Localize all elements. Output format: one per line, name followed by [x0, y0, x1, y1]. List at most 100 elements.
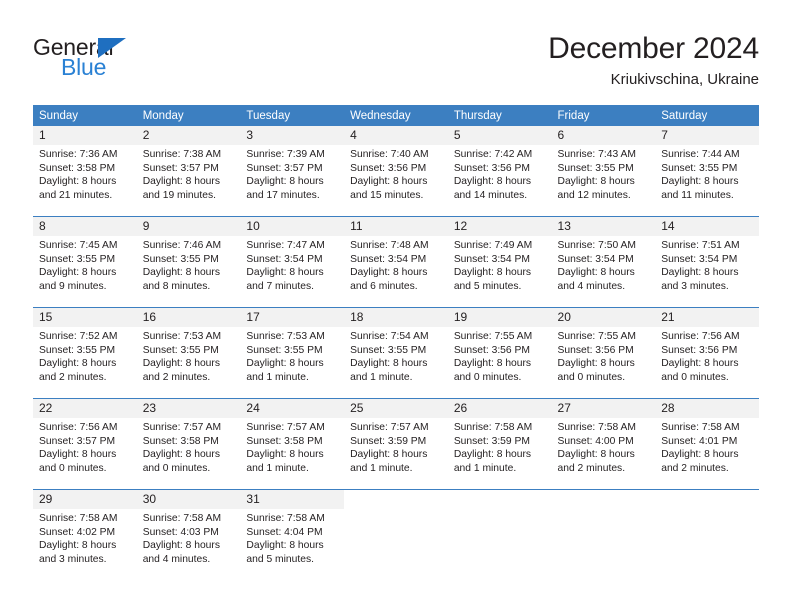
calendar-day-cell[interactable]: 5 Sunrise: 7:42 AM Sunset: 3:56 PM Daylight…	[447, 126, 552, 217]
calendar-day-cell[interactable]: 14 Sunrise: 7:51 AM Sunset: 3:54 PM Dayligh…	[655, 216, 759, 308]
day-box: 31 Sunrise: 7:58 AM Sunset: 4:04 PM Dayligh…	[240, 490, 345, 580]
day-details: Sunrise: 7:58 AM Sunset: 4:01 PM Daylight:…	[655, 418, 759, 475]
calendar-day-cell[interactable]: 22 Sunrise: 7:56 AM Sunset: 3:57 PM Dayligh…	[33, 398, 137, 490]
page-subtitle: Kriukivschina, Ukraine	[610, 71, 759, 88]
calendar-day-cell	[447, 489, 552, 580]
day-box: 12 Sunrise: 7:49 AM Sunset: 3:54 PM Dayligh…	[447, 217, 552, 307]
day-number: 15	[33, 308, 137, 327]
day-box: 1 Sunrise: 7:36 AM Sunset: 3:58 PM Daylight…	[33, 126, 137, 216]
day-number: 9	[136, 217, 241, 236]
day-number: 19	[447, 308, 552, 327]
sunrise-text: Sunrise: 7:52 AM	[39, 331, 118, 342]
day-details: Sunrise: 7:58 AM Sunset: 4:03 PM Daylight:…	[137, 509, 241, 566]
day-number: 3	[240, 126, 345, 145]
title-block: December 2024 Kriukivschina, Ukraine	[548, 30, 759, 90]
calendar-week-row: 29 Sunrise: 7:58 AM Sunset: 4:02 PM Dayligh…	[33, 489, 759, 580]
day-number: 28	[655, 399, 759, 418]
sunrise-text: Sunrise: 7:58 AM	[557, 422, 636, 433]
weekday-header-thursday: Thursday	[447, 105, 552, 126]
calendar-day-cell[interactable]: 13 Sunrise: 7:50 AM Sunset: 3:54 PM Dayligh…	[551, 216, 656, 308]
daylight-text-line2: and 0 minutes.	[557, 371, 626, 383]
day-box: 22 Sunrise: 7:56 AM Sunset: 3:57 PM Dayligh…	[33, 399, 137, 489]
sunrise-text: Sunrise: 7:57 AM	[246, 422, 325, 433]
daylight-text-line1: Daylight: 8 hours	[246, 358, 324, 370]
sunset-text: Sunset: 3:56 PM	[661, 344, 738, 356]
sunset-text: Sunset: 3:55 PM	[39, 253, 116, 265]
sunrise-text: Sunrise: 7:47 AM	[246, 240, 325, 251]
calendar-day-cell[interactable]: 30 Sunrise: 7:58 AM Sunset: 4:03 PM Dayligh…	[136, 489, 241, 580]
calendar-day-cell[interactable]: 27 Sunrise: 7:58 AM Sunset: 4:00 PM Dayligh…	[551, 398, 656, 490]
calendar-day-cell	[344, 489, 448, 580]
day-box: 2 Sunrise: 7:38 AM Sunset: 3:57 PM Daylight…	[136, 126, 241, 216]
day-details: Sunrise: 7:57 AM Sunset: 3:58 PM Daylight:…	[240, 418, 344, 475]
calendar-day-cell[interactable]: 3 Sunrise: 7:39 AM Sunset: 3:57 PM Daylight…	[240, 126, 345, 217]
calendar-day-cell[interactable]: 28 Sunrise: 7:58 AM Sunset: 4:01 PM Dayligh…	[655, 398, 759, 490]
calendar-day-cell[interactable]: 29 Sunrise: 7:58 AM Sunset: 4:02 PM Dayligh…	[33, 489, 137, 580]
day-box	[551, 490, 656, 580]
calendar-day-cell[interactable]: 15 Sunrise: 7:52 AM Sunset: 3:55 PM Dayligh…	[33, 307, 137, 399]
calendar-day-cell[interactable]: 8 Sunrise: 7:45 AM Sunset: 3:55 PM Daylight…	[33, 216, 137, 308]
day-details: Sunrise: 7:38 AM Sunset: 3:57 PM Daylight:…	[137, 145, 241, 202]
day-number: 14	[655, 217, 759, 236]
sunset-text: Sunset: 3:55 PM	[661, 162, 738, 174]
day-details: Sunrise: 7:58 AM Sunset: 4:04 PM Daylight:…	[240, 509, 344, 566]
calendar-day-cell[interactable]: 19 Sunrise: 7:55 AM Sunset: 3:56 PM Dayligh…	[447, 307, 552, 399]
daylight-text-line2: and 2 minutes.	[39, 371, 107, 383]
day-box: 28 Sunrise: 7:58 AM Sunset: 4:01 PM Dayligh…	[655, 399, 759, 489]
daylight-text-line1: Daylight: 8 hours	[142, 176, 220, 188]
day-box: 25 Sunrise: 7:57 AM Sunset: 3:59 PM Dayligh…	[344, 399, 448, 489]
calendar-day-cell[interactable]: 6 Sunrise: 7:43 AM Sunset: 3:55 PM Daylight…	[551, 126, 656, 217]
calendar-day-cell[interactable]: 17 Sunrise: 7:53 AM Sunset: 3:55 PM Dayligh…	[240, 307, 345, 399]
day-number: 8	[33, 217, 137, 236]
daylight-text-line1: Daylight: 8 hours	[39, 540, 117, 552]
daylight-text-line2: and 1 minute.	[350, 371, 413, 383]
calendar-day-cell[interactable]: 1 Sunrise: 7:36 AM Sunset: 3:58 PM Daylight…	[33, 126, 137, 217]
day-box: 8 Sunrise: 7:45 AM Sunset: 3:55 PM Daylight…	[33, 217, 137, 307]
sunrise-text: Sunrise: 7:56 AM	[39, 422, 118, 433]
sunset-text: Sunset: 4:04 PM	[246, 526, 323, 538]
daylight-text-line2: and 2 minutes.	[661, 462, 729, 474]
calendar-day-cell[interactable]: 24 Sunrise: 7:57 AM Sunset: 3:58 PM Dayligh…	[240, 398, 345, 490]
day-details: Sunrise: 7:40 AM Sunset: 3:56 PM Daylight:…	[344, 145, 448, 202]
sunrise-text: Sunrise: 7:48 AM	[350, 240, 429, 251]
calendar-day-cell[interactable]: 4 Sunrise: 7:40 AM Sunset: 3:56 PM Daylight…	[344, 126, 448, 217]
day-details: Sunrise: 7:53 AM Sunset: 3:55 PM Daylight:…	[137, 327, 241, 384]
daylight-text-line1: Daylight: 8 hours	[142, 540, 220, 552]
day-details: Sunrise: 7:58 AM Sunset: 4:00 PM Daylight:…	[552, 418, 656, 475]
day-box: 23 Sunrise: 7:57 AM Sunset: 3:58 PM Dayligh…	[136, 399, 241, 489]
sunset-text: Sunset: 4:03 PM	[142, 526, 219, 538]
calendar-day-cell[interactable]: 23 Sunrise: 7:57 AM Sunset: 3:58 PM Dayligh…	[136, 398, 241, 490]
day-details: Sunrise: 7:51 AM Sunset: 3:54 PM Daylight:…	[655, 236, 759, 293]
calendar-day-cell[interactable]: 11 Sunrise: 7:48 AM Sunset: 3:54 PM Dayligh…	[344, 216, 448, 308]
calendar-day-cell[interactable]: 16 Sunrise: 7:53 AM Sunset: 3:55 PM Dayligh…	[136, 307, 241, 399]
day-number: 18	[344, 308, 448, 327]
calendar-day-cell[interactable]: 25 Sunrise: 7:57 AM Sunset: 3:59 PM Dayligh…	[344, 398, 448, 490]
sunrise-text: Sunrise: 7:40 AM	[350, 149, 429, 160]
calendar-day-cell[interactable]: 2 Sunrise: 7:38 AM Sunset: 3:57 PM Daylight…	[136, 126, 241, 217]
day-number: 1	[33, 126, 137, 145]
day-number: 5	[447, 126, 552, 145]
daylight-text-line2: and 15 minutes.	[350, 189, 424, 201]
calendar-day-cell[interactable]: 31 Sunrise: 7:58 AM Sunset: 4:04 PM Dayligh…	[240, 489, 345, 580]
day-details: Sunrise: 7:52 AM Sunset: 3:55 PM Daylight:…	[33, 327, 137, 384]
calendar-day-cell[interactable]: 18 Sunrise: 7:54 AM Sunset: 3:55 PM Dayligh…	[344, 307, 448, 399]
calendar-day-cell[interactable]: 7 Sunrise: 7:44 AM Sunset: 3:55 PM Daylight…	[655, 126, 759, 217]
day-box	[655, 490, 759, 580]
day-details: Sunrise: 7:46 AM Sunset: 3:55 PM Daylight:…	[137, 236, 241, 293]
day-number: 2	[136, 126, 241, 145]
daylight-text-line1: Daylight: 8 hours	[661, 176, 739, 188]
daylight-text-line1: Daylight: 8 hours	[453, 176, 532, 188]
calendar-day-cell[interactable]: 20 Sunrise: 7:55 AM Sunset: 3:56 PM Dayligh…	[551, 307, 656, 399]
calendar-day-cell[interactable]: 10 Sunrise: 7:47 AM Sunset: 3:54 PM Dayligh…	[240, 216, 345, 308]
daylight-text-line2: and 3 minutes.	[39, 553, 107, 565]
sunrise-text: Sunrise: 7:54 AM	[350, 331, 429, 342]
calendar-day-cell[interactable]: 26 Sunrise: 7:58 AM Sunset: 3:59 PM Dayligh…	[447, 398, 552, 490]
calendar-day-cell[interactable]: 12 Sunrise: 7:49 AM Sunset: 3:54 PM Dayligh…	[447, 216, 552, 308]
day-details: Sunrise: 7:39 AM Sunset: 3:57 PM Daylight:…	[240, 145, 344, 202]
calendar-day-cell[interactable]: 21 Sunrise: 7:56 AM Sunset: 3:56 PM Dayligh…	[655, 307, 759, 399]
sunrise-text: Sunrise: 7:51 AM	[661, 240, 740, 251]
calendar-day-cell[interactable]: 9 Sunrise: 7:46 AM Sunset: 3:55 PM Daylight…	[136, 216, 241, 308]
day-box: 19 Sunrise: 7:55 AM Sunset: 3:56 PM Dayligh…	[447, 308, 552, 398]
sunrise-text: Sunrise: 7:58 AM	[453, 422, 533, 433]
sunrise-text: Sunrise: 7:42 AM	[453, 149, 533, 160]
